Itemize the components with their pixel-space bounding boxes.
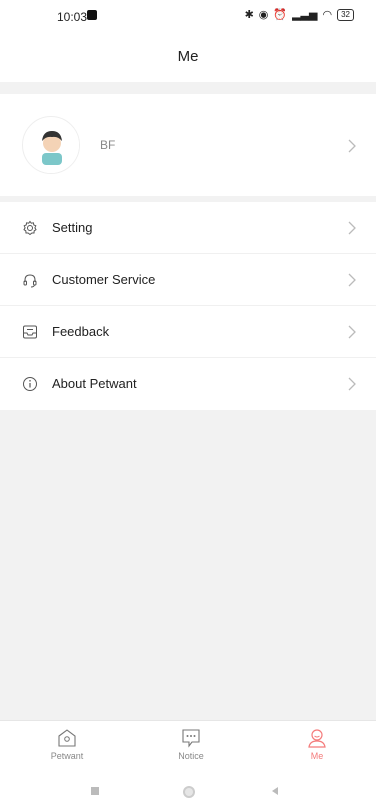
- tab-petwant[interactable]: Petwant: [32, 727, 102, 761]
- system-nav-bar: [0, 776, 376, 807]
- gear-icon: [23, 220, 37, 236]
- home-button-icon[interactable]: [182, 785, 196, 799]
- tab-label: Notice: [178, 751, 204, 761]
- home-icon: [58, 729, 76, 747]
- header: Me: [0, 34, 376, 82]
- menu-label: Setting: [52, 220, 93, 235]
- menu-label: Customer Service: [52, 272, 156, 287]
- status-bar: 10:03 ✱ ◉ ⏰ ▂▃▅ ◠ 32: [0, 0, 376, 34]
- tab-notice[interactable]: Notice: [156, 727, 226, 761]
- battery-icon: 32: [337, 9, 354, 21]
- back-icon[interactable]: [269, 785, 281, 797]
- avatar-icon: [24, 118, 79, 173]
- avatar[interactable]: [22, 116, 80, 174]
- bottom-tab-bar: Petwant Notice Me: [0, 720, 376, 776]
- menu-item-customer-service[interactable]: Customer Service: [0, 254, 376, 306]
- tab-label: Me: [310, 751, 324, 761]
- status-time: 10:03: [57, 10, 88, 24]
- menu-item-feedback[interactable]: Feedback: [0, 306, 376, 358]
- vibrate-icon: ◉: [258, 9, 269, 21]
- info-icon: [23, 377, 37, 391]
- chevron-right-icon: [348, 273, 356, 287]
- signal-icon: ▂▃▅: [292, 9, 318, 21]
- person-icon: [308, 729, 326, 748]
- status-icons: ✱ ◉ ⏰ ▂▃▅ ◠ 32: [245, 8, 354, 22]
- tab-label: Petwant: [50, 751, 84, 761]
- chevron-right-icon: [348, 139, 356, 153]
- page-title: Me: [177, 48, 199, 65]
- menu-item-about[interactable]: About Petwant: [0, 358, 376, 410]
- bluetooth-icon: ✱: [244, 9, 254, 21]
- chevron-right-icon: [348, 325, 356, 339]
- profile-card[interactable]: BF: [0, 94, 376, 196]
- feedback-icon: [23, 325, 37, 339]
- settings-menu: Setting Customer Service Feedback About …: [0, 202, 376, 410]
- tab-me[interactable]: Me: [282, 727, 352, 761]
- menu-label: About Petwant: [52, 376, 137, 391]
- wifi-icon: ◠: [322, 9, 333, 21]
- profile-name: BF: [100, 138, 116, 152]
- message-icon: [182, 729, 200, 748]
- alarm-icon: ⏰: [273, 9, 288, 21]
- menu-label: Feedback: [52, 324, 110, 339]
- notification-dot-icon: [87, 10, 97, 20]
- recents-icon[interactable]: [89, 785, 101, 797]
- chevron-right-icon: [348, 377, 356, 391]
- chevron-right-icon: [348, 221, 356, 235]
- headset-icon: [23, 274, 37, 288]
- menu-item-setting[interactable]: Setting: [0, 202, 376, 254]
